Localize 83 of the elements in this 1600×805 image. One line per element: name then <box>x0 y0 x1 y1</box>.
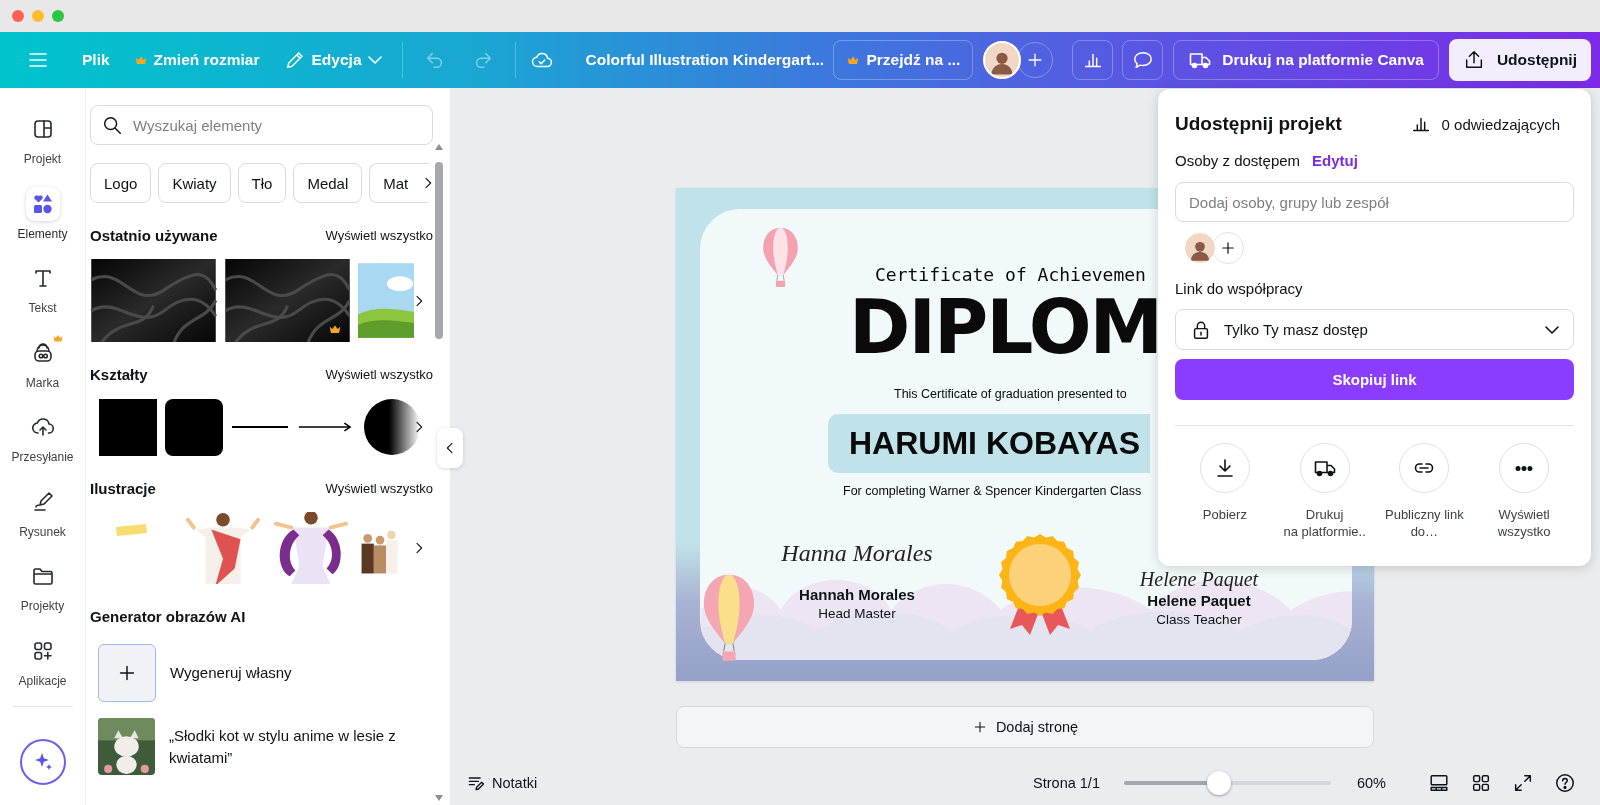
filter-chip[interactable]: Medal <box>293 163 363 203</box>
magic-button[interactable] <box>19 739 66 785</box>
filter-chip[interactable]: Kwiaty <box>158 163 231 203</box>
sidebar-item[interactable]: Marka <box>0 325 86 400</box>
image-thumbnail[interactable] <box>225 259 350 342</box>
image-thumbnail[interactable] <box>90 259 217 342</box>
certificate-title: DIPLOM <box>849 290 1162 364</box>
recipient-name: HARUMI KOBAYAS <box>828 414 1150 473</box>
upgrade-button[interactable]: Przejdź na ... <box>833 40 974 80</box>
action-label: Drukuj na platformie.. <box>1283 507 1366 541</box>
filter-chip[interactable]: Tło <box>237 163 287 203</box>
search-field[interactable]: Wyszukaj elementy <box>90 105 433 145</box>
document-title[interactable]: Colorful Illustration Kindergart... <box>585 51 825 69</box>
view-all-link[interactable]: Wyświetl wszystko <box>325 480 433 496</box>
generator-item[interactable]: Wygeneruj własny <box>90 644 433 702</box>
generator-label: Wygeneruj własny <box>170 663 292 684</box>
certificate-text: For completing Warner & Spencer Kindergarten Class <box>843 484 1142 498</box>
generator-label: „Słodki kot w stylu anime w lesie z kwiatami” <box>169 725 397 768</box>
action-label: Wyświetl wszystko <box>1497 507 1551 541</box>
chevron-down-icon <box>1545 325 1559 334</box>
section-title: Ostatnio używane <box>90 226 218 244</box>
slider-thumb[interactable] <box>1207 770 1232 795</box>
section-title: Ilustracje <box>90 479 156 497</box>
avatar[interactable] <box>1184 232 1216 264</box>
certificate-text: This Certificate of graduation presented to <box>894 387 1127 401</box>
sidebar-item[interactable]: Tekst <box>0 251 86 326</box>
generator-item[interactable]: „Słodki kot w stylu anime w lesie z kwiatami” <box>90 718 433 775</box>
scrollbar-thumb[interactable] <box>435 162 443 339</box>
gradient-circle-shape <box>363 398 421 456</box>
sidebar-item[interactable]: Rysunek <box>0 474 86 549</box>
access-dropdown[interactable]: Tylko Ty masz dostęp <box>1175 309 1574 350</box>
help-icon <box>1554 771 1576 794</box>
scroll-down-arrow[interactable] <box>435 795 443 801</box>
scroll-up-arrow[interactable] <box>435 144 443 150</box>
action-label: Publiczny link do… <box>1385 507 1464 541</box>
signer-name: Hannah Morales <box>799 586 915 603</box>
view-all-link[interactable]: Wyświetl wszystko <box>325 227 433 243</box>
sidebar-item[interactable]: Aplikacje <box>0 623 86 698</box>
sidebar-item[interactable]: Przesyłanie <box>0 400 86 475</box>
signature: Hanna Morales <box>781 540 933 568</box>
chevron-down-icon <box>367 56 382 64</box>
add-people-button[interactable] <box>1212 232 1244 264</box>
notes-button[interactable]: Notatki <box>466 772 538 793</box>
section-label: Osoby z dostępem <box>1175 151 1301 169</box>
comment-button[interactable] <box>1122 40 1164 80</box>
comment-icon <box>1131 49 1154 71</box>
people-input-field[interactable]: Dodaj osoby, grupy lub zespół <box>1175 182 1574 222</box>
section-label: Link do współpracy <box>1175 278 1304 299</box>
add-page-button[interactable]: Dodaj stronę <box>676 706 1374 748</box>
view-all-link[interactable]: Wyświetl wszystko <box>325 366 433 382</box>
signer-role: Class Teacher <box>1156 612 1242 627</box>
insights-button[interactable] <box>1072 40 1114 80</box>
signature: Helene Paquet <box>1139 568 1259 592</box>
action-label: Pobierz <box>1202 507 1247 524</box>
page-indicator: Strona 1/1 <box>1033 774 1100 791</box>
popup-title: Udostępnij projekt <box>1175 113 1342 135</box>
avatar[interactable] <box>983 41 1022 79</box>
action-button[interactable] <box>1399 443 1450 493</box>
sidebar-item[interactable]: Elementy <box>0 176 86 251</box>
filter-chip[interactable]: Logo <box>90 163 152 203</box>
copy-link-button[interactable]: Skopiuj link <box>1175 359 1574 400</box>
edit-link[interactable]: Edytuj <box>1312 151 1358 169</box>
zoom-level: 60% <box>1356 774 1386 791</box>
search-icon <box>101 114 123 136</box>
filter-chip[interactable]: Mat <box>369 163 429 203</box>
zoom-slider[interactable] <box>1123 770 1331 795</box>
plus-icon <box>1219 239 1237 257</box>
rounded-square-shape[interactable] <box>165 398 223 456</box>
share-button[interactable]: Udostępnij <box>1448 39 1591 81</box>
section-title: Generator obrazów AI <box>90 607 246 625</box>
more-icon <box>1515 465 1534 471</box>
image-thumbnail <box>98 718 155 775</box>
section-title: Kształty <box>90 365 148 383</box>
close-window-button[interactable] <box>12 10 24 22</box>
signer-name: Helene Paquet <box>1147 592 1251 609</box>
print-button[interactable]: Drukuj na platformie Canva <box>1173 40 1439 80</box>
signer-role: Head Master <box>818 606 896 621</box>
visitor-count: 0 odwiedzających <box>1441 115 1560 133</box>
certificate-heading: Certificate of Achievemen <box>875 264 1146 285</box>
sidebar-item[interactable]: Projekt <box>0 102 86 177</box>
sidebar-item[interactable]: Projekty <box>0 549 86 624</box>
hot-air-balloon-drawing <box>760 226 801 288</box>
sticky-note-illustration <box>114 523 148 537</box>
